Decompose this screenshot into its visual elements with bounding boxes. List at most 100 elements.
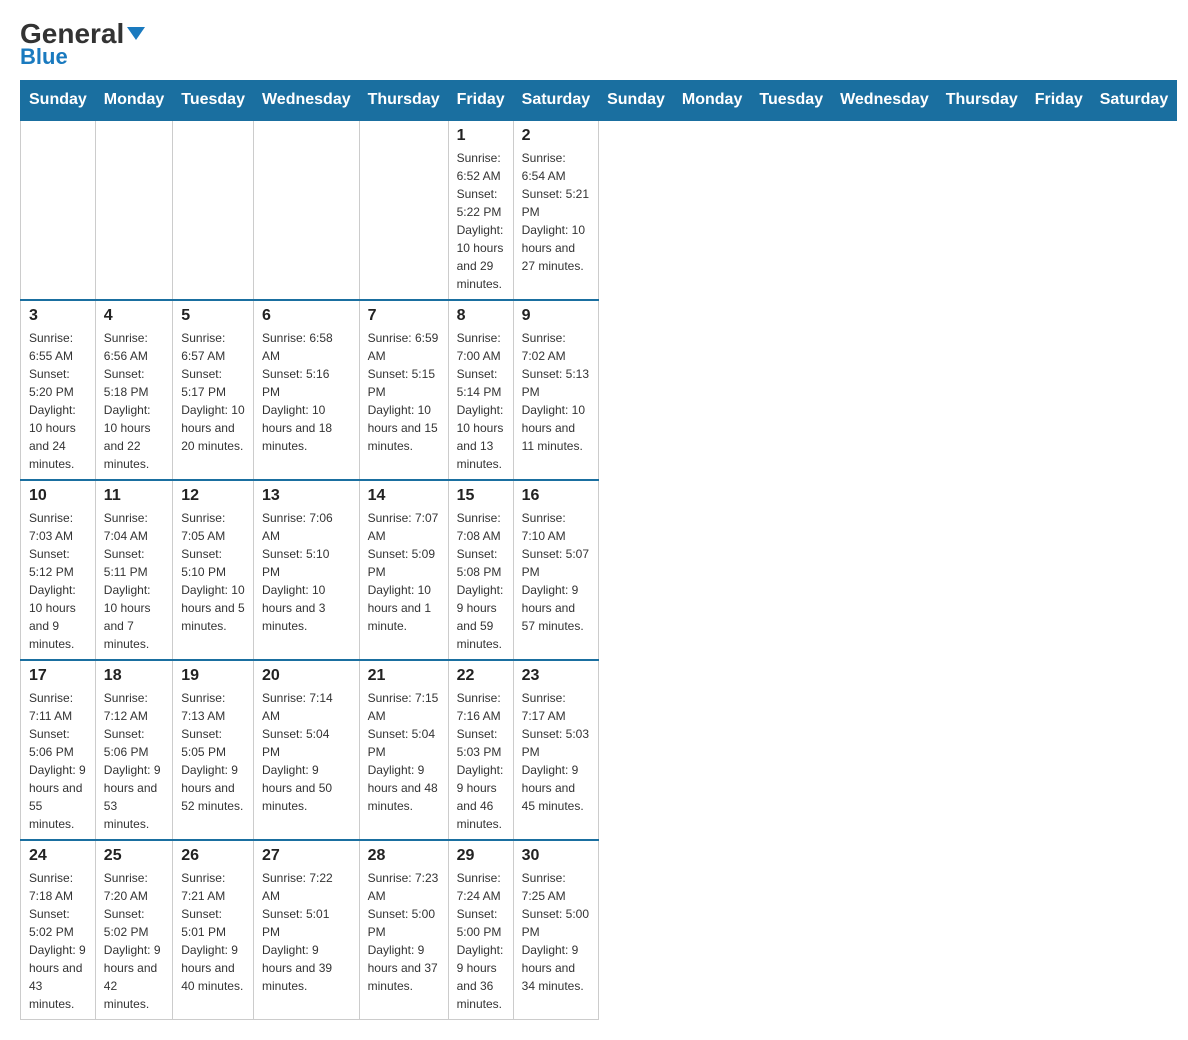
day-info: Sunrise: 7:13 AM Sunset: 5:05 PM Dayligh…	[181, 689, 245, 815]
day-info: Sunrise: 7:16 AM Sunset: 5:03 PM Dayligh…	[457, 689, 505, 833]
calendar-cell: 3 Sunrise: 6:55 AM Sunset: 5:20 PM Daylig…	[21, 300, 96, 480]
calendar-cell	[253, 120, 359, 300]
day-info: Sunrise: 7:17 AM Sunset: 5:03 PM Dayligh…	[522, 689, 590, 815]
day-info: Sunrise: 7:02 AM Sunset: 5:13 PM Dayligh…	[522, 329, 590, 455]
column-header-tuesday: Tuesday	[751, 81, 832, 121]
calendar-cell: 29Sunrise: 7:24 AM Sunset: 5:00 PM Dayli…	[448, 840, 513, 1020]
day-info: Sunrise: 6:52 AM Sunset: 5:22 PM Dayligh…	[457, 149, 505, 293]
page-header: General Blue	[20, 20, 1168, 70]
day-number: 1	[457, 127, 505, 145]
column-header-monday: Monday	[95, 81, 172, 121]
day-number: 16	[522, 487, 590, 505]
calendar-cell: 7 Sunrise: 6:59 AM Sunset: 5:15 PM Daylig…	[359, 300, 448, 480]
calendar-cell: 5 Sunrise: 6:57 AM Sunset: 5:17 PM Daylig…	[173, 300, 254, 480]
calendar-cell: 8 Sunrise: 7:00 AM Sunset: 5:14 PM Daylig…	[448, 300, 513, 480]
day-info: Sunrise: 6:56 AM Sunset: 5:18 PM Dayligh…	[104, 329, 164, 473]
day-number: 20	[262, 667, 351, 685]
day-number: 27	[262, 847, 351, 865]
day-number: 2	[522, 127, 590, 145]
logo-triangle-icon	[127, 27, 145, 40]
column-header-friday: Friday	[1026, 81, 1091, 121]
column-header-saturday: Saturday	[1091, 81, 1176, 121]
calendar-cell: 1 Sunrise: 6:52 AM Sunset: 5:22 PM Daylig…	[448, 120, 513, 300]
day-info: Sunrise: 7:22 AM Sunset: 5:01 PM Dayligh…	[262, 869, 351, 995]
day-info: Sunrise: 7:25 AM Sunset: 5:00 PM Dayligh…	[522, 869, 590, 995]
day-info: Sunrise: 7:06 AM Sunset: 5:10 PM Dayligh…	[262, 509, 351, 635]
day-number: 8	[457, 307, 505, 325]
column-header-saturday: Saturday	[513, 81, 598, 121]
day-info: Sunrise: 7:21 AM Sunset: 5:01 PM Dayligh…	[181, 869, 245, 995]
day-info: Sunrise: 6:54 AM Sunset: 5:21 PM Dayligh…	[522, 149, 590, 275]
week-row-3: 10 Sunrise: 7:03 AM Sunset: 5:12 PM Dayli…	[21, 480, 1177, 660]
day-info: Sunrise: 7:08 AM Sunset: 5:08 PM Dayligh…	[457, 509, 505, 653]
day-info: Sunrise: 7:00 AM Sunset: 5:14 PM Dayligh…	[457, 329, 505, 473]
day-info: Sunrise: 6:58 AM Sunset: 5:16 PM Dayligh…	[262, 329, 351, 455]
day-info: Sunrise: 7:18 AM Sunset: 5:02 PM Dayligh…	[29, 869, 87, 1013]
day-info: Sunrise: 6:59 AM Sunset: 5:15 PM Dayligh…	[368, 329, 440, 455]
day-info: Sunrise: 6:55 AM Sunset: 5:20 PM Dayligh…	[29, 329, 87, 473]
calendar-cell: 11Sunrise: 7:04 AM Sunset: 5:11 PM Dayli…	[95, 480, 172, 660]
day-number: 21	[368, 667, 440, 685]
day-number: 18	[104, 667, 164, 685]
column-header-thursday: Thursday	[359, 81, 448, 121]
calendar-cell: 20 Sunrise: 7:14 AM Sunset: 5:04 PM Dayli…	[253, 660, 359, 840]
day-number: 15	[457, 487, 505, 505]
day-number: 19	[181, 667, 245, 685]
day-number: 17	[29, 667, 87, 685]
day-info: Sunrise: 7:23 AM Sunset: 5:00 PM Dayligh…	[368, 869, 440, 995]
day-info: Sunrise: 7:07 AM Sunset: 5:09 PM Dayligh…	[368, 509, 440, 635]
day-number: 24	[29, 847, 87, 865]
day-info: Sunrise: 7:20 AM Sunset: 5:02 PM Dayligh…	[104, 869, 164, 1013]
calendar-cell: 9 Sunrise: 7:02 AM Sunset: 5:13 PM Daylig…	[513, 300, 598, 480]
day-number: 28	[368, 847, 440, 865]
calendar-cell: 13 Sunrise: 7:06 AM Sunset: 5:10 PM Dayli…	[253, 480, 359, 660]
week-row-4: 17 Sunrise: 7:11 AM Sunset: 5:06 PM Dayli…	[21, 660, 1177, 840]
column-header-monday: Monday	[673, 81, 750, 121]
calendar-cell: 30Sunrise: 7:25 AM Sunset: 5:00 PM Dayli…	[513, 840, 598, 1020]
day-number: 3	[29, 307, 87, 325]
calendar-cell: 26 Sunrise: 7:21 AM Sunset: 5:01 PM Dayli…	[173, 840, 254, 1020]
day-number: 25	[104, 847, 164, 865]
calendar-cell: 4Sunrise: 6:56 AM Sunset: 5:18 PM Daylig…	[95, 300, 172, 480]
week-row-2: 3 Sunrise: 6:55 AM Sunset: 5:20 PM Daylig…	[21, 300, 1177, 480]
day-info: Sunrise: 7:24 AM Sunset: 5:00 PM Dayligh…	[457, 869, 505, 1013]
column-header-sunday: Sunday	[21, 81, 96, 121]
day-info: Sunrise: 6:57 AM Sunset: 5:17 PM Dayligh…	[181, 329, 245, 455]
calendar-cell: 2 Sunrise: 6:54 AM Sunset: 5:21 PM Daylig…	[513, 120, 598, 300]
column-header-sunday: Sunday	[599, 81, 674, 121]
day-number: 26	[181, 847, 245, 865]
day-info: Sunrise: 7:11 AM Sunset: 5:06 PM Dayligh…	[29, 689, 87, 833]
calendar-cell: 17 Sunrise: 7:11 AM Sunset: 5:06 PM Dayli…	[21, 660, 96, 840]
column-header-thursday: Thursday	[937, 81, 1026, 121]
day-number: 11	[104, 487, 164, 505]
calendar-cell: 22Sunrise: 7:16 AM Sunset: 5:03 PM Dayli…	[448, 660, 513, 840]
day-info: Sunrise: 7:15 AM Sunset: 5:04 PM Dayligh…	[368, 689, 440, 815]
day-number: 5	[181, 307, 245, 325]
calendar-table: SundayMondayTuesdayWednesdayThursdayFrid…	[20, 80, 1177, 1020]
day-number: 10	[29, 487, 87, 505]
day-number: 7	[368, 307, 440, 325]
calendar-cell	[95, 120, 172, 300]
logo: General Blue	[20, 20, 145, 70]
calendar-cell: 25 Sunrise: 7:20 AM Sunset: 5:02 PM Dayli…	[95, 840, 172, 1020]
calendar-cell: 10 Sunrise: 7:03 AM Sunset: 5:12 PM Dayli…	[21, 480, 96, 660]
calendar-cell: 21 Sunrise: 7:15 AM Sunset: 5:04 PM Dayli…	[359, 660, 448, 840]
day-number: 13	[262, 487, 351, 505]
calendar-cell: 6Sunrise: 6:58 AM Sunset: 5:16 PM Daylig…	[253, 300, 359, 480]
calendar-cell	[173, 120, 254, 300]
column-header-wednesday: Wednesday	[253, 81, 359, 121]
column-header-friday: Friday	[448, 81, 513, 121]
day-number: 23	[522, 667, 590, 685]
calendar-cell: 28 Sunrise: 7:23 AM Sunset: 5:00 PM Dayli…	[359, 840, 448, 1020]
calendar-cell	[21, 120, 96, 300]
calendar-cell: 19 Sunrise: 7:13 AM Sunset: 5:05 PM Dayli…	[173, 660, 254, 840]
logo-blue-text: Blue	[20, 44, 68, 70]
day-number: 9	[522, 307, 590, 325]
calendar-cell: 15 Sunrise: 7:08 AM Sunset: 5:08 PM Dayli…	[448, 480, 513, 660]
day-info: Sunrise: 7:12 AM Sunset: 5:06 PM Dayligh…	[104, 689, 164, 833]
calendar-cell	[359, 120, 448, 300]
day-number: 14	[368, 487, 440, 505]
calendar-cell: 14 Sunrise: 7:07 AM Sunset: 5:09 PM Dayli…	[359, 480, 448, 660]
day-info: Sunrise: 7:14 AM Sunset: 5:04 PM Dayligh…	[262, 689, 351, 815]
day-info: Sunrise: 7:03 AM Sunset: 5:12 PM Dayligh…	[29, 509, 87, 653]
